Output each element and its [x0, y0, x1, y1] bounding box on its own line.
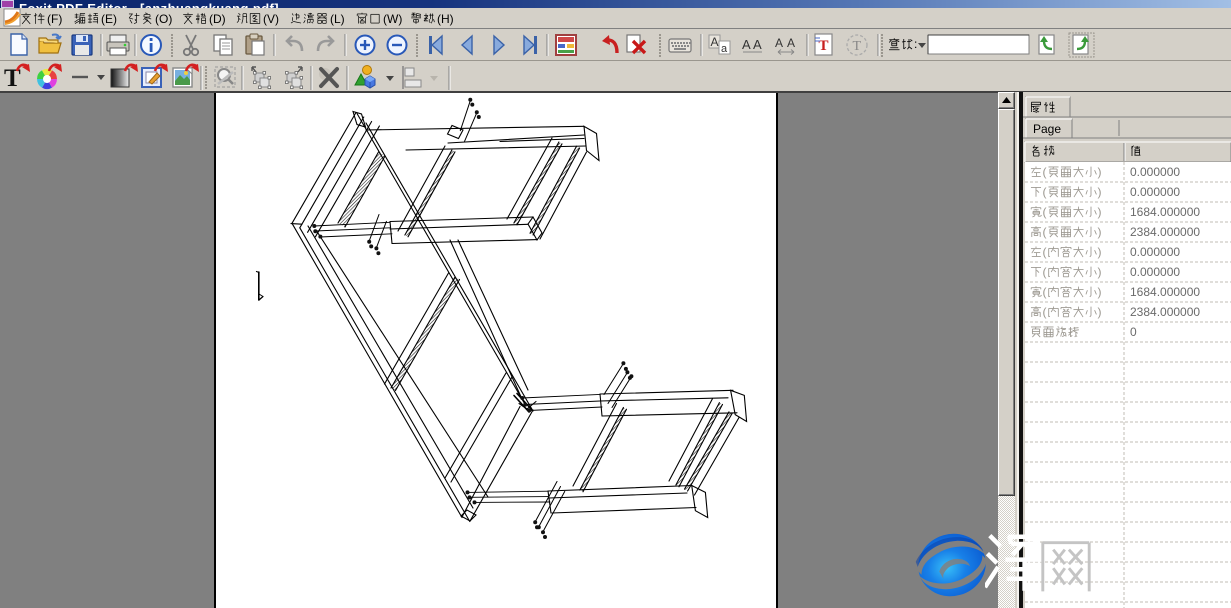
svg-text:(: (	[1043, 185, 1047, 199]
svg-text:2384.000000: 2384.000000	[1130, 305, 1200, 319]
svg-text:(: (	[1043, 165, 1047, 179]
svg-text:): )	[1098, 205, 1102, 219]
svg-text:0.000000: 0.000000	[1130, 245, 1180, 259]
svg-text:): )	[1098, 305, 1102, 319]
svg-text:A: A	[787, 36, 795, 50]
svg-text:1684.000000: 1684.000000	[1130, 285, 1200, 299]
svg-text:(: (	[1043, 245, 1047, 259]
svg-text:(: (	[1043, 285, 1047, 299]
svg-text:): )	[1098, 185, 1102, 199]
svg-text:T: T	[853, 39, 862, 54]
svg-text:0.000000: 0.000000	[1130, 185, 1180, 199]
svg-text::: :	[914, 37, 917, 51]
svg-text:a: a	[721, 43, 728, 55]
svg-text:(: (	[1043, 225, 1047, 239]
svg-text:0: 0	[1130, 325, 1137, 339]
svg-text:0.000000: 0.000000	[1130, 165, 1180, 179]
svg-text:): )	[1098, 245, 1102, 259]
svg-text:): )	[1098, 265, 1102, 279]
svg-text:(: (	[1043, 205, 1047, 219]
svg-text:(: (	[1043, 265, 1047, 279]
svg-text:Page: Page	[1033, 122, 1061, 136]
svg-text:T: T	[819, 38, 829, 54]
svg-text:0.000000: 0.000000	[1130, 265, 1180, 279]
svg-text:): )	[1098, 165, 1102, 179]
svg-text:A: A	[753, 37, 762, 52]
svg-text:A: A	[775, 36, 783, 50]
svg-text:(: (	[1043, 305, 1047, 319]
svg-text:): )	[1098, 285, 1102, 299]
svg-text:A: A	[711, 35, 719, 49]
svg-text:A: A	[742, 37, 751, 52]
svg-text:): )	[1098, 225, 1102, 239]
svg-text:1684.000000: 1684.000000	[1130, 205, 1200, 219]
svg-text:2384.000000: 2384.000000	[1130, 225, 1200, 239]
